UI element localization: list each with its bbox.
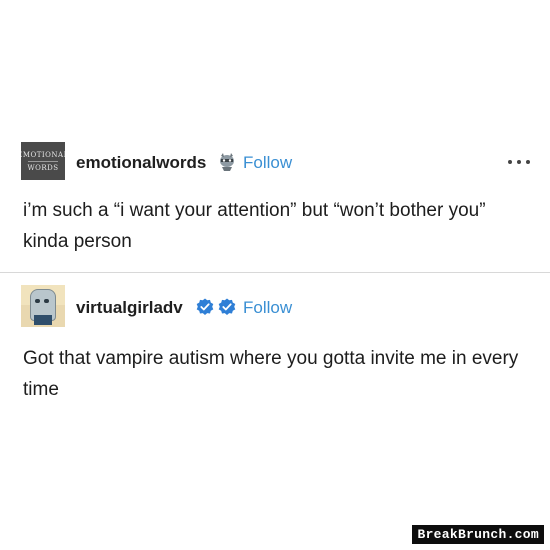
avatar[interactable]: EMOTIONAL WORDS [21, 142, 65, 180]
raccoon-emoji-icon [217, 152, 237, 172]
follow-button[interactable]: Follow [243, 298, 292, 318]
avatar[interactable] [21, 285, 65, 327]
follow-button[interactable]: Follow [243, 153, 292, 173]
reblog-post-emotionalwords: EMOTIONAL WORDS emotionalwords Follow i’… [0, 140, 550, 252]
avatar-text-bottom: WORDS [27, 163, 59, 172]
reblog-post-virtualgirladv: virtualgirladv Follow Got that vampire a… [0, 285, 550, 400]
avatar-text-top: EMOTIONAL [21, 150, 65, 159]
username[interactable]: emotionalwords [76, 153, 206, 173]
divider [0, 272, 550, 273]
verified-badge-icon [218, 298, 236, 316]
post-text: Got that vampire autism where you gotta … [23, 348, 519, 400]
post-text: i’m such a “i want your attention” but “… [23, 200, 486, 252]
avatar-divider [28, 160, 58, 162]
watermark: BreakBrunch.com [412, 525, 544, 544]
verified-badge-icon [196, 298, 214, 316]
username[interactable]: virtualgirladv [76, 298, 183, 318]
more-options-icon[interactable] [508, 160, 530, 166]
post-header: EMOTIONAL WORDS emotionalwords Follow [0, 140, 550, 184]
post-header: virtualgirladv Follow [0, 285, 550, 329]
